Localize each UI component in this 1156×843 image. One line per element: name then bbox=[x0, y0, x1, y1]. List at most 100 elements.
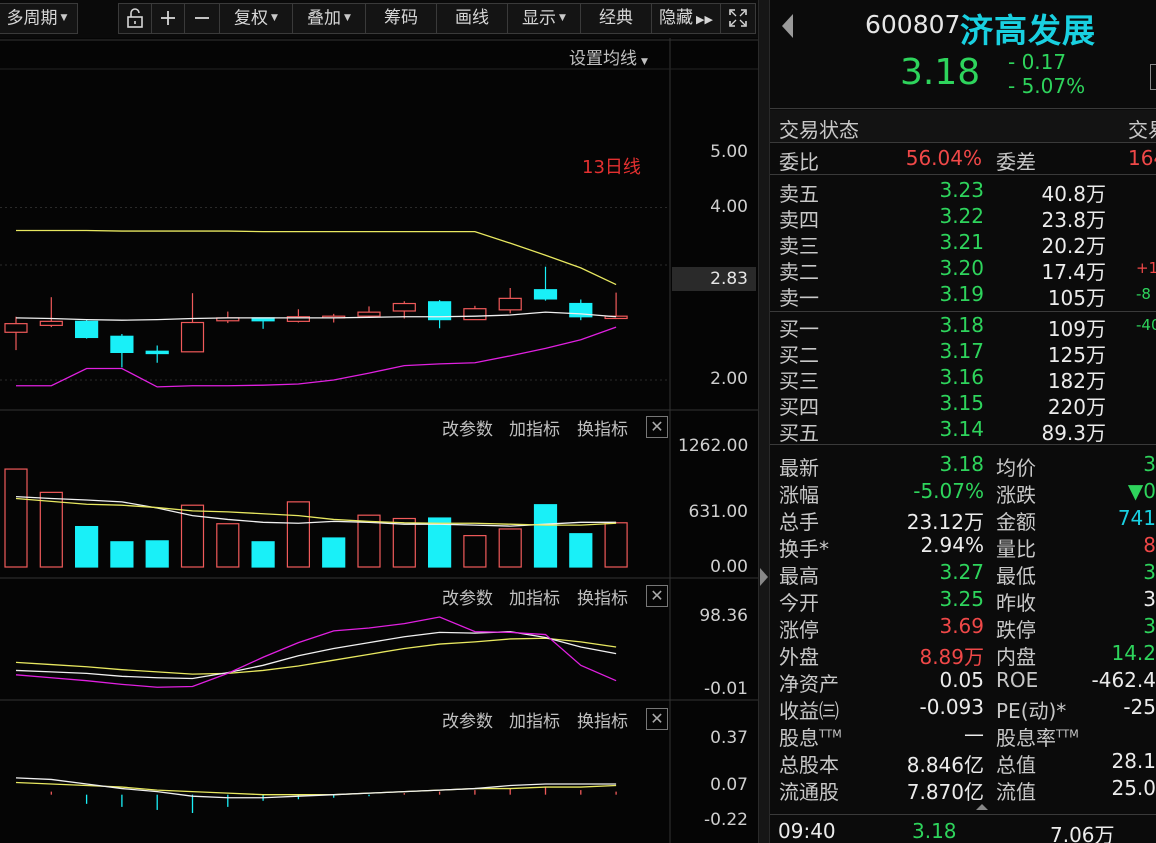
zoom-out-button[interactable] bbox=[184, 3, 220, 34]
ask-price: 3.23 bbox=[939, 178, 984, 202]
macd-close-button[interactable]: ✕ bbox=[646, 708, 668, 730]
panel-toggle-box[interactable] bbox=[1150, 64, 1156, 90]
kdj-modify-params-button[interactable]: 改参数 bbox=[442, 584, 493, 609]
volume-bar bbox=[569, 533, 593, 568]
hide-button[interactable]: 隐藏 ▶▶ bbox=[651, 3, 721, 34]
overlay-dropdown[interactable]: 叠加 ▼ bbox=[292, 3, 366, 34]
volume-axis-label: 631.00 bbox=[688, 502, 748, 522]
price-axis-label: 4.00 bbox=[710, 197, 748, 217]
stat-label: PE(动)* bbox=[996, 699, 1067, 723]
chips-label: 筹码 bbox=[384, 8, 418, 28]
volume-add-indicator-button[interactable]: 加指标 bbox=[509, 415, 560, 440]
ask-label: 卖二 bbox=[779, 260, 819, 284]
candle-body bbox=[498, 297, 522, 311]
volume-axis-label: 1262.00 bbox=[678, 436, 749, 456]
stat-row: 净资产 0.05 ROE -462.4 bbox=[770, 668, 1156, 696]
ask-row[interactable]: 卖五 3.23 40.8万 bbox=[770, 178, 1156, 206]
candle-body bbox=[39, 320, 63, 326]
draw-label: 画线 bbox=[455, 8, 489, 28]
stat-value: 3.18 bbox=[939, 452, 984, 476]
stat-value: 3 bbox=[1143, 452, 1156, 476]
divider bbox=[770, 444, 1156, 445]
ask-row[interactable]: 卖三 3.21 20.2万 bbox=[770, 230, 1156, 258]
double-chevron-right-icon: ▶▶ bbox=[696, 13, 713, 26]
macd-switch-indicator-button[interactable]: 换指标 bbox=[577, 707, 628, 732]
chart-area[interactable]: 设置均线 ▼ 13日线 5.00 4.00 2.00 2.83 改参数 加指标 换… bbox=[0, 38, 758, 843]
display-dropdown[interactable]: 显示 ▼ bbox=[507, 3, 581, 34]
volume-bar bbox=[604, 522, 628, 568]
back-arrow-icon[interactable] bbox=[782, 14, 793, 38]
macd-add-indicator-button[interactable]: 加指标 bbox=[509, 707, 560, 732]
ask-label: 卖三 bbox=[779, 234, 819, 258]
volume-axis-label: 0.00 bbox=[710, 557, 748, 577]
stat-label: 收益㈢ bbox=[779, 699, 839, 723]
stat-label: 流值 bbox=[996, 780, 1036, 804]
stat-row: 换手* 2.94% 量比 8 bbox=[770, 533, 1156, 561]
kdj-close-button[interactable]: ✕ bbox=[646, 585, 668, 607]
unlock-button[interactable] bbox=[118, 3, 152, 34]
macd-modify-params-button[interactable]: 改参数 bbox=[442, 707, 493, 732]
draw-button[interactable]: 画线 bbox=[436, 3, 508, 34]
close-icon: ✕ bbox=[650, 586, 664, 605]
bid-row[interactable]: 买四 3.15 220万 bbox=[770, 391, 1156, 419]
stat-label: 金额 bbox=[996, 510, 1036, 534]
ma-setting-button[interactable]: 设置均线 ▼ bbox=[569, 44, 648, 69]
stat-label-text: 股息率 bbox=[996, 726, 1056, 750]
ask-delta: +1 bbox=[1136, 259, 1156, 277]
ask-label: 卖五 bbox=[779, 182, 819, 206]
stat-label: 今开 bbox=[779, 591, 819, 615]
ask-price: 3.20 bbox=[939, 256, 984, 280]
period-dropdown[interactable]: 多周期 ▼ bbox=[0, 3, 78, 34]
candle-body bbox=[4, 323, 28, 333]
volume-close-button[interactable]: ✕ bbox=[646, 416, 668, 438]
stat-value: 8.89万 bbox=[919, 645, 984, 669]
kdj-switch-indicator-button[interactable]: 换指标 bbox=[577, 584, 628, 609]
ask-row[interactable]: 卖二 3.20 17.4万 +1 bbox=[770, 256, 1156, 284]
kdj-add-indicator-button[interactable]: 加指标 bbox=[509, 584, 560, 609]
stat-label: 总手 bbox=[779, 510, 819, 534]
ask-price: 3.19 bbox=[939, 282, 984, 306]
bid-row[interactable]: 买一 3.18 109万 -40 bbox=[770, 313, 1156, 341]
bid-volume: 125万 bbox=[1047, 343, 1106, 367]
stat-label: 涨停 bbox=[779, 618, 819, 642]
boll-upper-line bbox=[16, 229, 617, 286]
stat-label: 净资产 bbox=[779, 672, 839, 696]
ask-row[interactable]: 卖一 3.19 105万 -8 bbox=[770, 282, 1156, 310]
volume-modify-params-button[interactable]: 改参数 bbox=[442, 415, 493, 440]
fullscreen-button[interactable] bbox=[720, 3, 756, 34]
chevron-down-icon: ▼ bbox=[60, 13, 68, 23]
price-change: - 0.17 bbox=[1008, 50, 1067, 74]
candle-body bbox=[74, 320, 99, 339]
bid-row[interactable]: 买三 3.16 182万 bbox=[770, 365, 1156, 393]
stat-label: 流通股 bbox=[779, 780, 839, 804]
stat-label: 股息率TTM bbox=[996, 722, 1079, 751]
expand-arrow-icon[interactable] bbox=[760, 568, 768, 586]
chips-button[interactable]: 筹码 bbox=[365, 3, 437, 34]
bid-price: 3.17 bbox=[939, 339, 984, 363]
classic-button[interactable]: 经典 bbox=[580, 3, 652, 34]
fuquan-dropdown[interactable]: 复权 ▼ bbox=[219, 3, 293, 34]
bid-label: 买二 bbox=[779, 343, 819, 367]
stat-value: — bbox=[964, 722, 984, 746]
bid-delta: -40 bbox=[1136, 316, 1156, 334]
bid-row[interactable]: 买五 3.14 89.3万 bbox=[770, 417, 1156, 445]
bid-price: 3.18 bbox=[939, 313, 984, 337]
volume-ma-white-line bbox=[15, 495, 617, 527]
volume-bar bbox=[392, 517, 416, 568]
ask-row[interactable]: 卖四 3.22 23.8万 bbox=[770, 204, 1156, 232]
panel-splitter[interactable] bbox=[758, 0, 770, 843]
zoom-in-button[interactable] bbox=[151, 3, 185, 34]
status-row: 交易状态 交易 bbox=[770, 114, 1156, 142]
chart-canvas[interactable] bbox=[0, 38, 758, 843]
kdj-axis-label: 98.36 bbox=[699, 606, 748, 626]
stat-row: 总手 23.12万 金额 741 bbox=[770, 506, 1156, 534]
collapse-arrow-icon[interactable] bbox=[976, 804, 988, 810]
macd-axis-label: 0.07 bbox=[710, 775, 748, 795]
bid-row[interactable]: 买二 3.17 125万 bbox=[770, 339, 1156, 367]
ask-volume: 40.8万 bbox=[1041, 182, 1106, 206]
ask-label: 卖一 bbox=[779, 286, 819, 310]
volume-switch-indicator-button[interactable]: 换指标 bbox=[577, 415, 628, 440]
stat-label: ROE bbox=[996, 668, 1039, 692]
volume-bar bbox=[498, 528, 522, 568]
bid-price: 3.16 bbox=[939, 365, 984, 389]
